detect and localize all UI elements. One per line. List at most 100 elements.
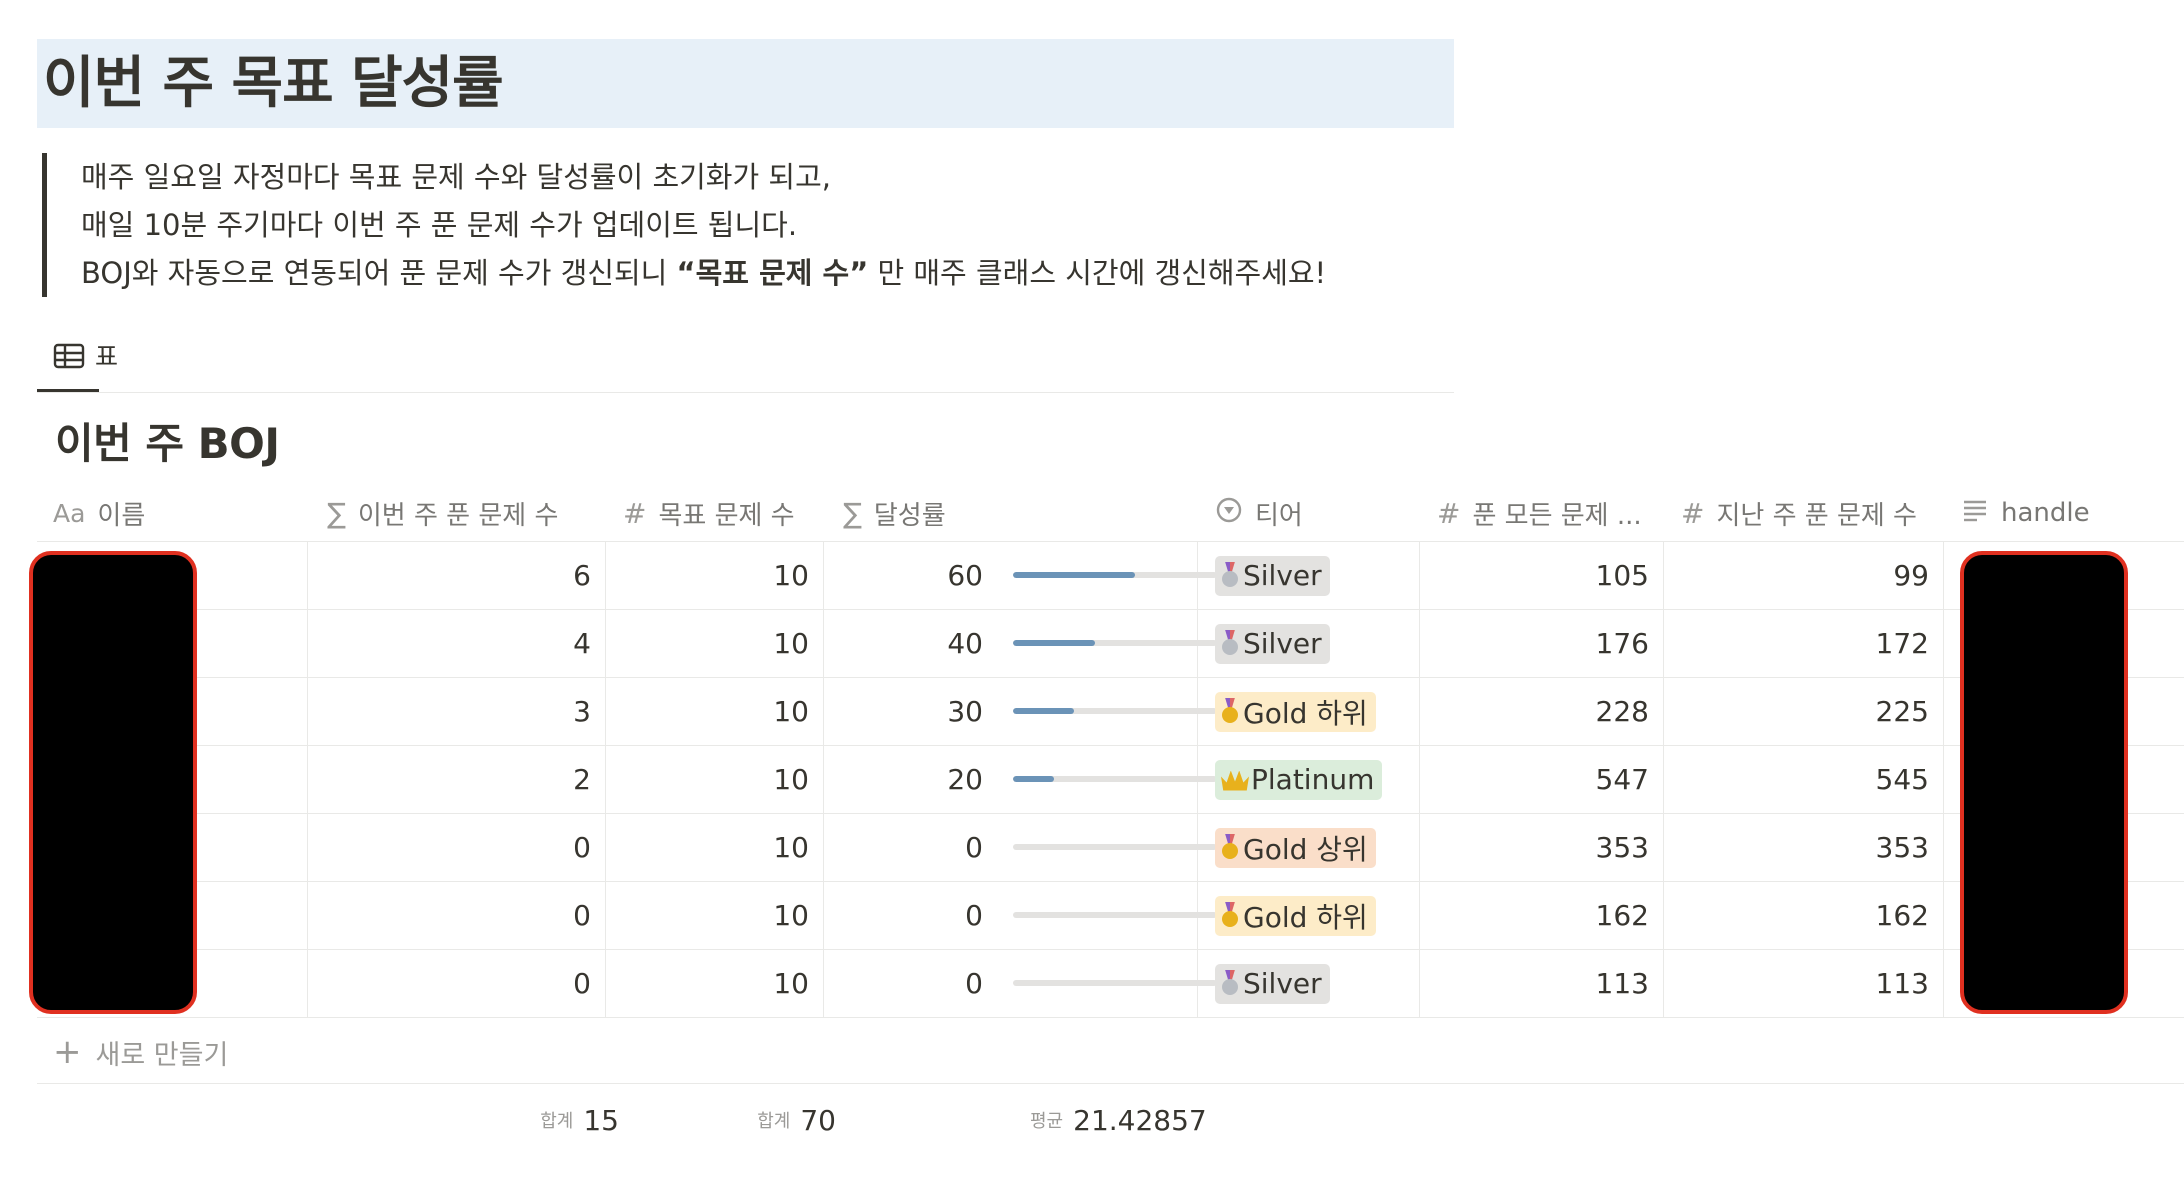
- cell-solved-week[interactable]: 0: [307, 950, 605, 1017]
- quote-bold-text: “목표 문제 수”: [676, 256, 869, 290]
- tier-badge[interactable]: Gold 하위: [1215, 691, 1376, 732]
- tier-badge[interactable]: Silver: [1215, 555, 1330, 596]
- aggregate-rate[interactable]: 평균 21.42857: [850, 1090, 1223, 1150]
- cell-last-week[interactable]: 162: [1663, 882, 1943, 949]
- tier-badge[interactable]: Gold 상위: [1215, 827, 1376, 868]
- silver-medal-icon: [1221, 629, 1239, 658]
- rate-value: 0: [965, 967, 983, 1000]
- column-label: 달성률: [873, 500, 946, 531]
- cell-goal[interactable]: 10: [605, 814, 823, 881]
- cell-last-week[interactable]: 113: [1663, 950, 1943, 1017]
- column-header-goal[interactable]: # 목표 문제 수: [623, 485, 833, 541]
- table-row[interactable]: 3 10 30 Gold 하위 228 225: [37, 678, 2184, 746]
- rate-value: 40: [947, 627, 983, 660]
- cell-solved-week[interactable]: 0: [307, 814, 605, 881]
- column-header-rate[interactable]: ∑ 달성률: [843, 485, 1203, 541]
- quote-line-3-end: 만 매주 클래스 시간에 갱신해주세요!: [868, 256, 1327, 290]
- column-header-tier[interactable]: 티어: [1215, 485, 1435, 541]
- cell-goal[interactable]: 10: [605, 882, 823, 949]
- cell-goal[interactable]: 10: [605, 542, 823, 609]
- cell-tier[interactable]: Silver: [1197, 542, 1419, 609]
- cell-last-week[interactable]: 545: [1663, 746, 1943, 813]
- cell-last-week[interactable]: 172: [1663, 610, 1943, 677]
- cell-total[interactable]: 547: [1419, 746, 1663, 813]
- cell-last-week[interactable]: 353: [1663, 814, 1943, 881]
- progress-bar: [1013, 912, 1217, 918]
- column-header-last-week[interactable]: # 지난 주 푼 문제 수: [1681, 485, 1981, 541]
- cell-total[interactable]: 176: [1419, 610, 1663, 677]
- cell-rate[interactable]: 20: [823, 746, 1217, 813]
- cell-last-week[interactable]: 225: [1663, 678, 1943, 745]
- table-row[interactable]: 0 10 0 Silver 113 113: [37, 950, 2184, 1018]
- cell-total[interactable]: 105: [1419, 542, 1663, 609]
- table-row[interactable]: 0 10 0 Gold 하위 162 162: [37, 882, 2184, 950]
- table-header: Aa 이름 ∑ 이번 주 푼 문제 수 # 목표 문제 수 ∑ 달성률 티어 # 푼 모든…: [37, 485, 2184, 542]
- column-label: handle: [2001, 498, 2090, 528]
- cell-tier[interactable]: Silver: [1197, 950, 1419, 1017]
- cell-last-week[interactable]: 99: [1663, 542, 1943, 609]
- cell-solved-week[interactable]: 0: [307, 882, 605, 949]
- tier-badge[interactable]: Platinum: [1215, 759, 1383, 800]
- cell-solved-week[interactable]: 6: [307, 542, 605, 609]
- cell-goal[interactable]: 10: [605, 678, 823, 745]
- cell-goal[interactable]: 10: [605, 746, 823, 813]
- aggregate-goal[interactable]: 합계 70: [633, 1090, 850, 1150]
- cell-total[interactable]: 353: [1419, 814, 1663, 881]
- cell-solved-week[interactable]: 3: [307, 678, 605, 745]
- column-header-solved-week[interactable]: ∑ 이번 주 푼 문제 수: [327, 485, 617, 541]
- table-title[interactable]: 이번 주 BOJ: [55, 418, 280, 470]
- aggregate-solved-week[interactable]: 합계 15: [307, 1090, 633, 1150]
- column-header-name[interactable]: Aa 이름: [53, 485, 323, 541]
- tier-label: Gold 하위: [1243, 900, 1368, 934]
- cell-rate[interactable]: 30: [823, 678, 1217, 745]
- cell-solved-week[interactable]: 2: [307, 746, 605, 813]
- tier-label: Platinum: [1251, 763, 1375, 796]
- tier-badge[interactable]: Silver: [1215, 963, 1330, 1004]
- cell-tier[interactable]: Gold 하위: [1197, 678, 1419, 745]
- redacted-names-block: [29, 551, 197, 1014]
- cell-total[interactable]: 113: [1419, 950, 1663, 1017]
- add-row-button[interactable]: + 새로 만들기: [37, 1021, 2184, 1084]
- table-body: 6 10 60 Silver 105 99 4 10 40 Silver 176 172 3 10 30 Go…: [37, 542, 2184, 1018]
- column-header-handle[interactable]: handle: [1961, 485, 2181, 541]
- cell-tier[interactable]: Gold 하위: [1197, 882, 1419, 949]
- description-quote: 매주 일요일 자정마다 목표 문제 수와 달성률이 초기화가 되고, 매일 10…: [42, 153, 1442, 297]
- tab-table-view[interactable]: 표: [37, 332, 118, 392]
- formula-icon: ∑: [327, 496, 346, 530]
- column-header-total[interactable]: # 푼 모든 문제 ...: [1437, 485, 1680, 541]
- cell-goal[interactable]: 10: [605, 610, 823, 677]
- table-row[interactable]: 4 10 40 Silver 176 172: [37, 610, 2184, 678]
- page-title[interactable]: 이번 주 목표 달성률: [43, 39, 1454, 128]
- tier-badge[interactable]: Silver: [1215, 623, 1330, 664]
- aggregate-value: 70: [800, 1103, 836, 1137]
- cell-rate[interactable]: 0: [823, 950, 1217, 1017]
- table-row[interactable]: 6 10 60 Silver 105 99: [37, 542, 2184, 610]
- cell-rate[interactable]: 40: [823, 610, 1217, 677]
- cell-rate[interactable]: 0: [823, 882, 1217, 949]
- gold-medal-icon: [1221, 833, 1239, 862]
- progress-bar: [1013, 708, 1217, 714]
- quote-line-3: BOJ와 자동으로 연동되어 푼 문제 수가 갱신되니 “목표 문제 수” 만 …: [81, 249, 1442, 297]
- cell-solved-week[interactable]: 4: [307, 610, 605, 677]
- cell-tier[interactable]: Gold 상위: [1197, 814, 1419, 881]
- tier-badge[interactable]: Gold 하위: [1215, 895, 1376, 936]
- cell-goal[interactable]: 10: [605, 950, 823, 1017]
- progress-bar: [1013, 572, 1217, 578]
- table-row[interactable]: 0 10 0 Gold 상위 353 353: [37, 814, 2184, 882]
- table-footer: 합계 15 합계 70 평균 21.42857: [37, 1090, 2184, 1150]
- cell-total[interactable]: 162: [1419, 882, 1663, 949]
- rate-value: 20: [947, 763, 983, 796]
- cell-tier[interactable]: Silver: [1197, 610, 1419, 677]
- gold-medal-icon: [1221, 697, 1239, 726]
- table-row[interactable]: 2 10 20 Platinum 547 545: [37, 746, 2184, 814]
- tier-label: Silver: [1243, 967, 1322, 1000]
- cell-total[interactable]: 228: [1419, 678, 1663, 745]
- cell-rate[interactable]: 0: [823, 814, 1217, 881]
- cell-tier[interactable]: Platinum: [1197, 746, 1419, 813]
- rate-value: 30: [947, 695, 983, 728]
- cell-rate[interactable]: 60: [823, 542, 1217, 609]
- redacted-handles-block: [1960, 551, 2128, 1014]
- aggregate-value: 15: [583, 1103, 619, 1137]
- aggregate-label: 평균: [1030, 1111, 1064, 1132]
- rate-value: 60: [947, 559, 983, 592]
